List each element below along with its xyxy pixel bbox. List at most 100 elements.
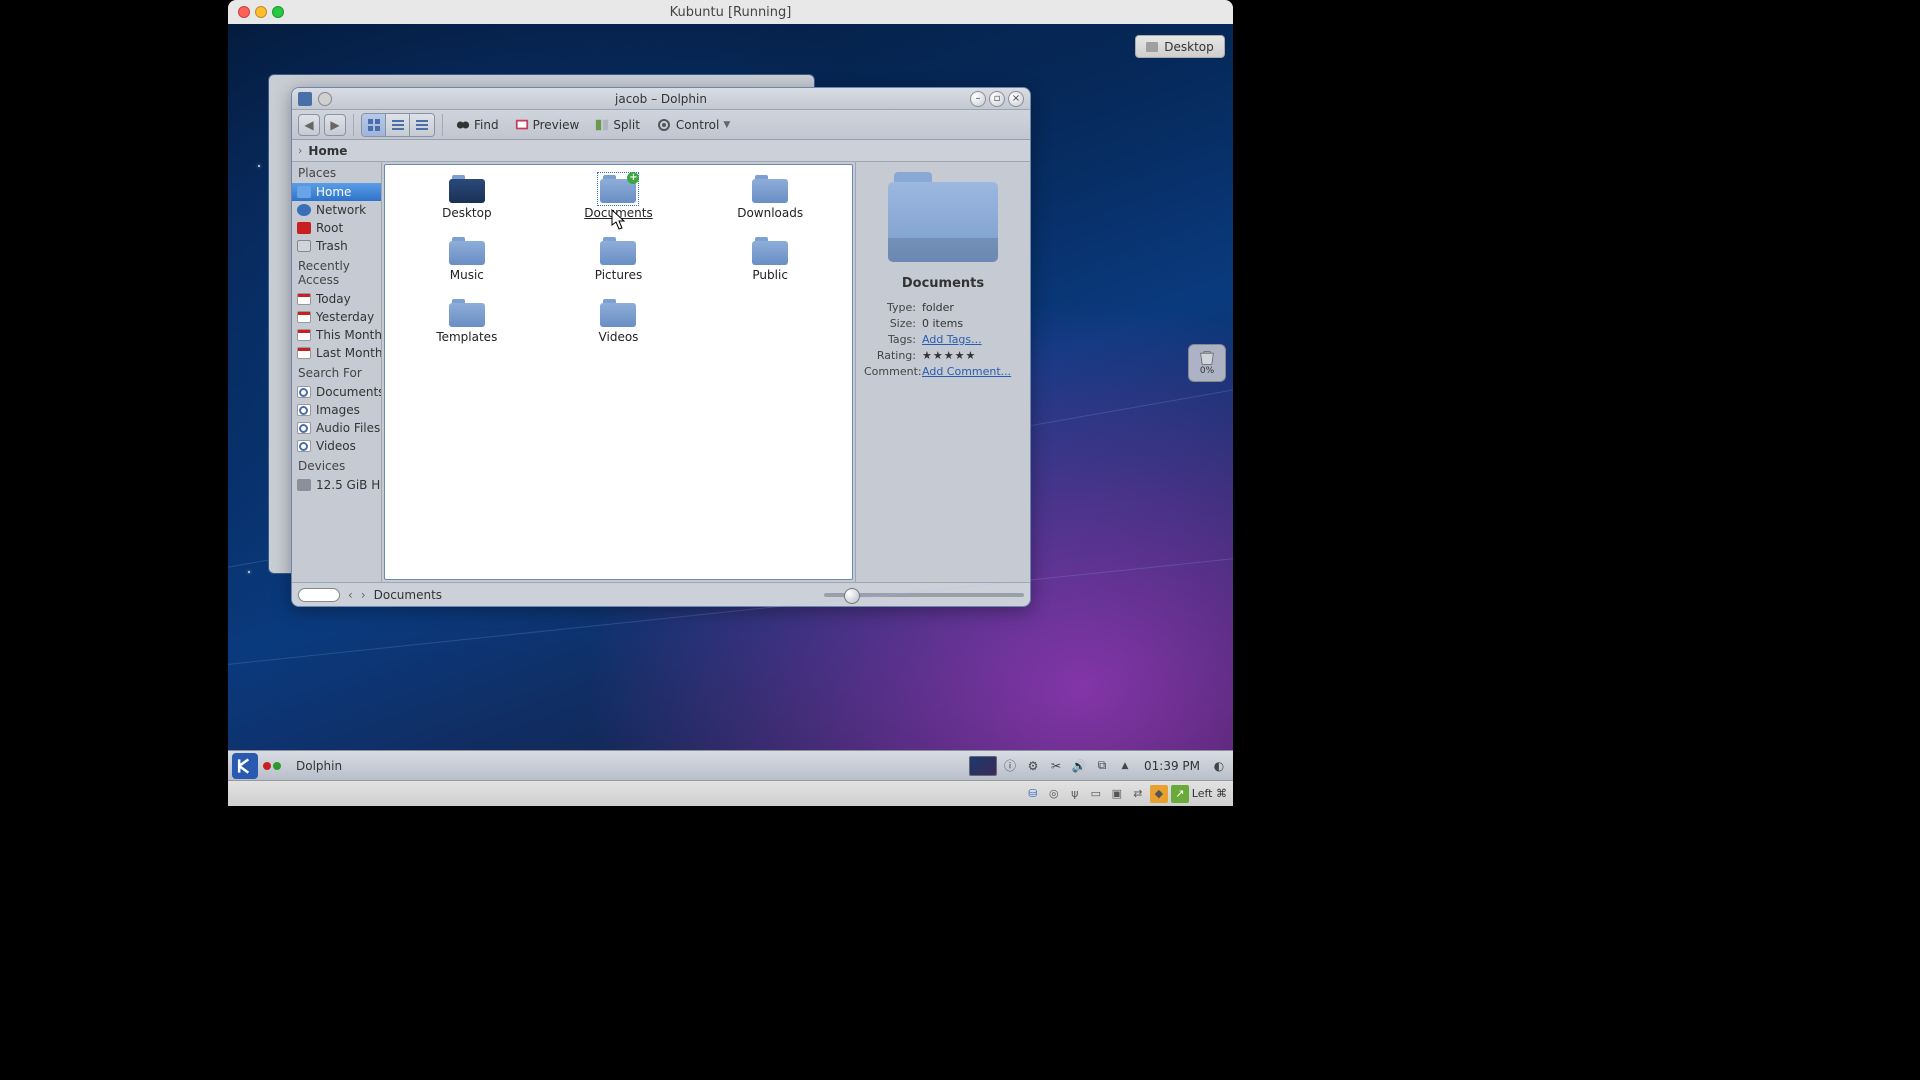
vb-shared-folder-icon[interactable]: ▭ (1087, 785, 1105, 803)
sidebar-item-network[interactable]: Network (292, 201, 381, 219)
kde-desktop[interactable]: Desktop 0% jacob – Dolphin – ▫ × ◀ ▶ (228, 24, 1233, 806)
folder-icon (600, 299, 636, 327)
volume-tray-icon[interactable]: 🔊 (1069, 756, 1089, 776)
desktop-activity-button[interactable]: Desktop (1135, 35, 1225, 58)
folder-icon (600, 237, 636, 265)
settings-tray-icon[interactable]: ⚙ (1023, 756, 1043, 776)
trash-percent: 0% (1200, 366, 1214, 376)
recent-header: Recently Access (292, 255, 381, 290)
control-button[interactable]: Control ▼ (650, 114, 736, 136)
taskbar-entry-dolphin[interactable]: Dolphin (286, 756, 352, 776)
close-button[interactable]: × (1008, 91, 1024, 107)
sidebar-item-images[interactable]: Images (292, 401, 381, 419)
kde-logo-icon (235, 756, 255, 776)
add-tags-link[interactable]: Add Tags... (922, 333, 982, 346)
folder-icon-view[interactable]: Desktop + Documents Downloads Music Pictures P… (384, 164, 853, 580)
search-icon (297, 386, 311, 398)
folder-label: Desktop (442, 206, 492, 220)
tray-expand-icon[interactable]: ▲ (1115, 756, 1135, 776)
show-desktop-button[interactable] (969, 756, 997, 776)
breadcrumb-home[interactable]: Home (308, 144, 347, 158)
sidebar-item-this-month[interactable]: This Month (292, 326, 381, 344)
folder-item-downloads[interactable]: Downloads (694, 175, 846, 237)
folder-item-public[interactable]: Public (694, 237, 846, 299)
rating-stars[interactable]: ★★★★★ (922, 349, 976, 362)
details-view-button[interactable] (410, 114, 434, 136)
sidebar-item-audio[interactable]: Audio Files (292, 419, 381, 437)
sidebar-item-disk[interactable]: 12.5 GiB Har (292, 476, 381, 494)
virtualbox-statusbar: ⛁ ◎ ψ ▭ ▣ ⇄ ◆ ↗ Left ⌘ (228, 780, 1233, 806)
add-comment-link[interactable]: Add Comment... (922, 365, 1011, 378)
trash-plasmoid[interactable]: 0% (1188, 344, 1226, 382)
folder-item-pictures[interactable]: Pictures (543, 237, 695, 299)
compact-view-button[interactable] (386, 114, 410, 136)
sidebar-item-documents[interactable]: Documents (292, 383, 381, 401)
root-icon (297, 222, 311, 234)
folder-item-templates[interactable]: Templates (391, 299, 543, 361)
trash-icon (1197, 350, 1217, 366)
zoom-slider[interactable] (824, 593, 1024, 597)
vb-optical-icon[interactable]: ◎ (1045, 785, 1063, 803)
chevron-down-icon: ▼ (723, 120, 730, 130)
folder-item-desktop[interactable]: Desktop (391, 175, 543, 237)
vb-warning-icon[interactable]: ◆ (1150, 785, 1168, 803)
folder-icon (449, 237, 485, 265)
folder-icon (752, 175, 788, 203)
sidebar-item-last-month[interactable]: Last Month (292, 344, 381, 362)
information-panel: Documents Type:folder Size:0 items Tags:… (855, 162, 1030, 582)
dolphin-titlebar[interactable]: jacob – Dolphin – ▫ × (292, 88, 1030, 110)
folder-label: Documents (584, 206, 652, 220)
vb-mouse-integration-icon[interactable]: ↗ (1171, 785, 1189, 803)
calendar-icon (297, 329, 311, 341)
folder-item-music[interactable]: Music (391, 237, 543, 299)
sidebar-item-root[interactable]: Root (292, 219, 381, 237)
split-button[interactable]: Split (589, 115, 646, 135)
back-button[interactable]: ◀ (298, 114, 320, 136)
maximize-button[interactable]: ▫ (989, 91, 1005, 107)
find-button[interactable]: Find (450, 115, 505, 135)
vb-usb-icon[interactable]: ψ (1066, 785, 1084, 803)
folder-label: Pictures (595, 268, 643, 282)
search-icon (297, 404, 311, 416)
device-notifier-icon[interactable]: ⧉ (1092, 756, 1112, 776)
klipper-tray-icon[interactable]: ✂ (1046, 756, 1066, 776)
status-slot[interactable] (298, 588, 340, 602)
icons-view-button[interactable] (362, 114, 386, 136)
dolphin-title: jacob – Dolphin (292, 92, 1030, 106)
info-name: Documents (902, 276, 984, 291)
folder-icon (449, 175, 485, 203)
folder-label: Public (752, 268, 788, 282)
panel-clock[interactable]: 01:39 PM (1138, 759, 1206, 773)
location-bar[interactable]: › Home (292, 140, 1030, 162)
sidebar-item-yesterday[interactable]: Yesterday (292, 308, 381, 326)
sidebar-item-trash[interactable]: Trash (292, 237, 381, 255)
home-icon (297, 186, 311, 198)
forward-button[interactable]: ▶ (324, 114, 346, 136)
kickoff-menu-button[interactable] (232, 753, 258, 779)
dolphin-toolbar: ◀ ▶ Find Preview (292, 110, 1030, 140)
network-icon (297, 204, 311, 216)
split-icon (595, 118, 609, 132)
places-header: Places (292, 162, 381, 183)
preview-button[interactable]: Preview (509, 115, 586, 135)
minimize-button[interactable]: – (970, 91, 986, 107)
vb-network-icon[interactable]: ⇄ (1129, 785, 1147, 803)
vb-hdd-icon[interactable]: ⛁ (1024, 785, 1042, 803)
vb-display-icon[interactable]: ▣ (1108, 785, 1126, 803)
folder-icon: + (600, 175, 636, 203)
folder-label: Videos (599, 330, 639, 344)
calendar-icon (297, 347, 311, 359)
info-tray-icon[interactable]: ⓘ (1000, 756, 1020, 776)
sidebar-item-today[interactable]: Today (292, 290, 381, 308)
vm-window: Kubuntu [Running] Desktop 0% jacob – Dol… (228, 0, 1233, 806)
sidebar-item-videos[interactable]: Videos (292, 437, 381, 455)
activity-pager[interactable] (263, 762, 281, 770)
cashew-icon[interactable]: ◐ (1209, 756, 1229, 776)
folder-item-videos[interactable]: Videos (543, 299, 695, 361)
dolphin-window: jacob – Dolphin – ▫ × ◀ ▶ (291, 87, 1031, 607)
status-selected: Documents (374, 588, 442, 602)
sidebar-item-home[interactable]: Home (292, 183, 381, 201)
vm-titlebar[interactable]: Kubuntu [Running] (228, 0, 1233, 24)
devices-header: Devices (292, 455, 381, 476)
folder-item-documents[interactable]: + Documents (543, 175, 695, 237)
